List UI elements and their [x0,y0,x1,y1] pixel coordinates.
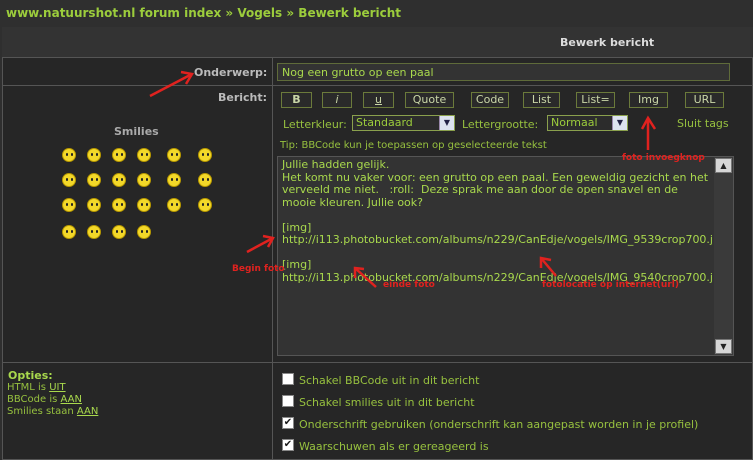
annotation-begin-photo: Begin foto [232,264,285,274]
arrow-to-subject [149,72,193,98]
disable-bbcode-label: Schakel BBCode uit in dit bericht [299,374,480,387]
smilies-status-value[interactable]: AAN [77,406,98,417]
annotation-arrows [149,70,657,288]
disable-smilies-checkbox[interactable] [282,395,294,407]
html-status: HTML is UIT [7,382,66,393]
notify-label: Waarschuwen als er gereageerd is [299,440,489,453]
annotation-photo-button: foto invoegknop [622,153,705,163]
signature-label: Onderschrift gebruiken (onderschrift kan… [299,418,699,431]
annotation-end-photo: einde foto [383,280,435,290]
bbcode-status: BBCode is AAN [7,394,82,405]
options-title: Opties: [8,369,53,382]
arrow-to-end-img [354,267,377,288]
annotation-photo-location: fotolocatie op internet(url) [542,280,679,290]
smilies-status: Smilies staan AAN [7,406,99,417]
disable-smilies-label: Schakel smilies uit in dit bericht [299,396,475,409]
signature-checkbox[interactable]: ✔ [282,417,294,429]
bbcode-status-value[interactable]: AAN [61,394,82,405]
html-status-value[interactable]: UIT [49,382,65,393]
notify-checkbox[interactable]: ✔ [282,439,294,451]
disable-bbcode-checkbox[interactable] [282,373,294,385]
